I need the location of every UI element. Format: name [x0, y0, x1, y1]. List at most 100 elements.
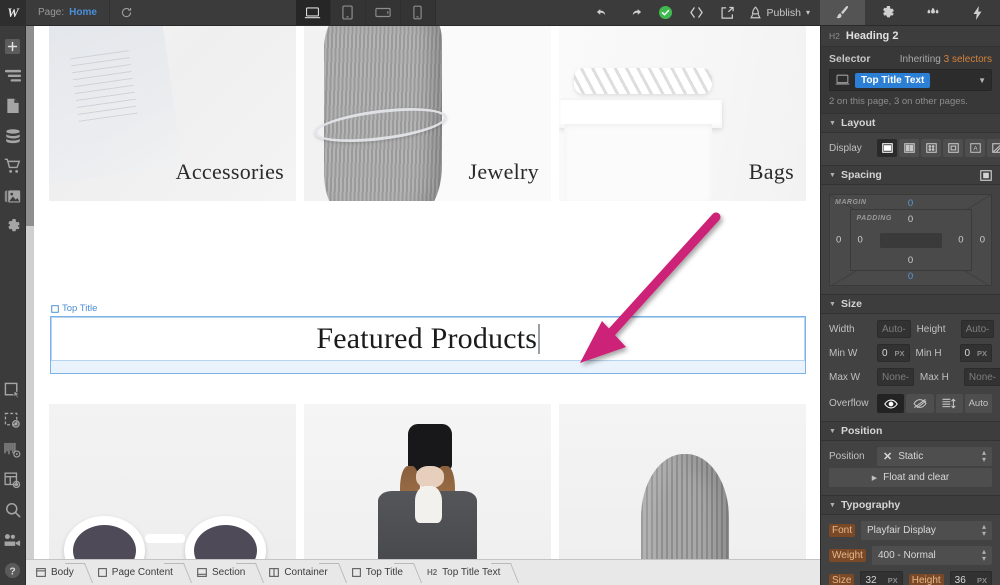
display-block-button[interactable]: [877, 139, 897, 157]
display-grid-button[interactable]: [921, 139, 941, 157]
min-height-input[interactable]: 0 PX: [959, 344, 992, 362]
padding-bottom-value[interactable]: 0: [908, 255, 913, 266]
display-inline-block-button[interactable]: [943, 139, 963, 157]
sidebar-item-cms[interactable]: [0, 121, 26, 151]
redo-icon[interactable]: [619, 0, 650, 25]
spacing-options-icon[interactable]: [980, 169, 992, 181]
breadcrumb-item-top-title[interactable]: Top Title: [342, 560, 417, 585]
x-icon[interactable]: ✕: [883, 450, 892, 463]
stepper-icon[interactable]: ▴ ▾: [982, 548, 986, 562]
section-header-layout[interactable]: ▼ Layout: [821, 113, 1000, 133]
page-selector[interactable]: Page: Home: [26, 0, 110, 25]
sidebar-item-audit[interactable]: [0, 435, 26, 465]
margin-top-value[interactable]: 0: [908, 198, 913, 209]
margin-padding-widget[interactable]: MARGIN 0 0 0 0 PADDING 0 0 0 0: [829, 194, 992, 287]
overflow-visible-button[interactable]: [877, 394, 905, 413]
overflow-auto-button[interactable]: Auto: [964, 394, 992, 413]
sidebar-item-style-manager[interactable]: [0, 375, 26, 405]
position-select[interactable]: ✕ Static ▴ ▾: [877, 447, 992, 466]
breadcrumb-item-body[interactable]: Body: [26, 560, 88, 585]
weight-select[interactable]: 400 - Normal ▴ ▾: [871, 546, 992, 565]
sidebar-item-add-elements[interactable]: [0, 31, 26, 61]
design-canvas[interactable]: Accessories Jewelry Bags Top Title Featu…: [34, 26, 820, 559]
sidebar-item-assets[interactable]: [0, 181, 26, 211]
line-height-label: Height: [908, 573, 944, 585]
height-input[interactable]: Auto -: [960, 320, 995, 338]
section-header-position[interactable]: ▼ Position: [821, 421, 1000, 441]
save-status-icon[interactable]: [650, 0, 681, 25]
width-input[interactable]: Auto -: [877, 320, 911, 338]
sidebar-item-video-tutorials[interactable]: [0, 525, 26, 555]
category-card-accessories[interactable]: Accessories: [49, 26, 296, 201]
category-card-bags[interactable]: Bags: [559, 26, 806, 201]
chevron-down-icon[interactable]: ▼: [978, 76, 986, 85]
padding-left-value[interactable]: 0: [858, 235, 863, 246]
stepper-icon[interactable]: ▴ ▾: [982, 523, 986, 537]
style-panel-tab[interactable]: [820, 0, 865, 25]
code-brackets-icon[interactable]: [681, 0, 712, 25]
margin-left-value[interactable]: 0: [836, 235, 841, 246]
max-width-input[interactable]: None -: [877, 368, 914, 386]
display-flex-button[interactable]: [899, 139, 919, 157]
canvas-vertical-scrollbar[interactable]: [26, 26, 34, 559]
selector-field[interactable]: Top Title Text ▼: [829, 69, 992, 91]
section-header-size[interactable]: ▼ Size: [821, 294, 1000, 314]
breadcrumb-item-top-title-text[interactable]: H2 Top Title Text: [417, 560, 514, 585]
padding-widget[interactable]: PADDING 0 0 0 0: [849, 209, 972, 271]
padding-right-value[interactable]: 0: [958, 235, 963, 246]
breadcrumb-item-section[interactable]: Section: [187, 560, 259, 585]
display-none-button[interactable]: [987, 139, 1000, 157]
overflow-hidden-button[interactable]: [906, 394, 934, 413]
padding-top-value[interactable]: 0: [908, 214, 913, 225]
device-desktop-button[interactable]: [295, 0, 331, 25]
top-title-block[interactable]: Top Title Featured Products: [50, 303, 806, 374]
max-height-input[interactable]: None -: [963, 368, 1000, 386]
selector-chip[interactable]: Top Title Text: [855, 72, 931, 88]
refresh-icon[interactable]: [110, 0, 144, 25]
sidebar-item-search[interactable]: [0, 495, 26, 525]
margin-bottom-value[interactable]: 0: [908, 271, 913, 282]
stepper-icon[interactable]: ▴ ▾: [982, 449, 986, 463]
display-inline-button[interactable]: A: [965, 139, 985, 157]
svg-text:A: A: [973, 146, 978, 153]
device-mobile-portrait-button[interactable]: [401, 0, 436, 25]
sidebar-item-ecommerce[interactable]: [0, 151, 26, 181]
sidebar-item-help[interactable]: ?: [0, 555, 26, 585]
undo-icon[interactable]: [588, 0, 619, 25]
breadcrumb-item-container[interactable]: Container: [259, 560, 341, 585]
float-and-clear-button[interactable]: ▶ Float and clear: [829, 468, 992, 487]
product-card-model-beanie[interactable]: [304, 404, 551, 559]
sidebar-item-navigator[interactable]: [0, 61, 26, 91]
section-header-typography[interactable]: ▼ Typography: [821, 495, 1000, 515]
effects-panel-tab[interactable]: [910, 0, 955, 25]
sidebar-item-pages[interactable]: [0, 91, 26, 121]
top-title-container[interactable]: Featured Products: [50, 316, 806, 374]
product-card-grey-beanie[interactable]: [559, 404, 806, 559]
section-header-spacing[interactable]: ▼ Spacing: [821, 165, 1000, 185]
top-title-text-element[interactable]: Featured Products: [51, 317, 805, 361]
settings-panel-tab[interactable]: [865, 0, 910, 25]
font-select[interactable]: Playfair Display ▴ ▾: [861, 521, 992, 540]
webflow-logo[interactable]: W: [0, 0, 26, 26]
publish-button[interactable]: Publish ▾: [743, 0, 820, 25]
sidebar-item-symbols[interactable]: [0, 405, 26, 435]
line-height-input[interactable]: 36 PX: [949, 571, 992, 585]
sidebar-item-settings[interactable]: [0, 211, 26, 241]
interactions-panel-tab[interactable]: [955, 0, 1000, 25]
export-icon[interactable]: [712, 0, 743, 25]
min-width-input[interactable]: 0 PX: [877, 344, 910, 362]
device-mobile-landscape-button[interactable]: [366, 0, 401, 25]
overflow-scroll-button[interactable]: [935, 394, 963, 413]
inheriting-info[interactable]: Inheriting 3 selectors: [900, 54, 992, 65]
heading-text[interactable]: Featured Products: [316, 322, 537, 356]
inheriting-count: 3 selectors: [943, 53, 992, 65]
category-card-jewelry[interactable]: Jewelry: [304, 26, 551, 201]
device-tablet-button[interactable]: [331, 0, 366, 25]
sidebar-item-layout-preview[interactable]: [0, 465, 26, 495]
weight-value: 400 - Normal: [877, 550, 936, 561]
product-card-sunglasses[interactable]: [49, 404, 296, 559]
scrollbar-thumb[interactable]: [26, 26, 34, 226]
margin-right-value[interactable]: 0: [980, 235, 985, 246]
font-size-input[interactable]: 32 PX: [860, 571, 903, 585]
breadcrumb-item-page-content[interactable]: Page Content: [88, 560, 187, 585]
